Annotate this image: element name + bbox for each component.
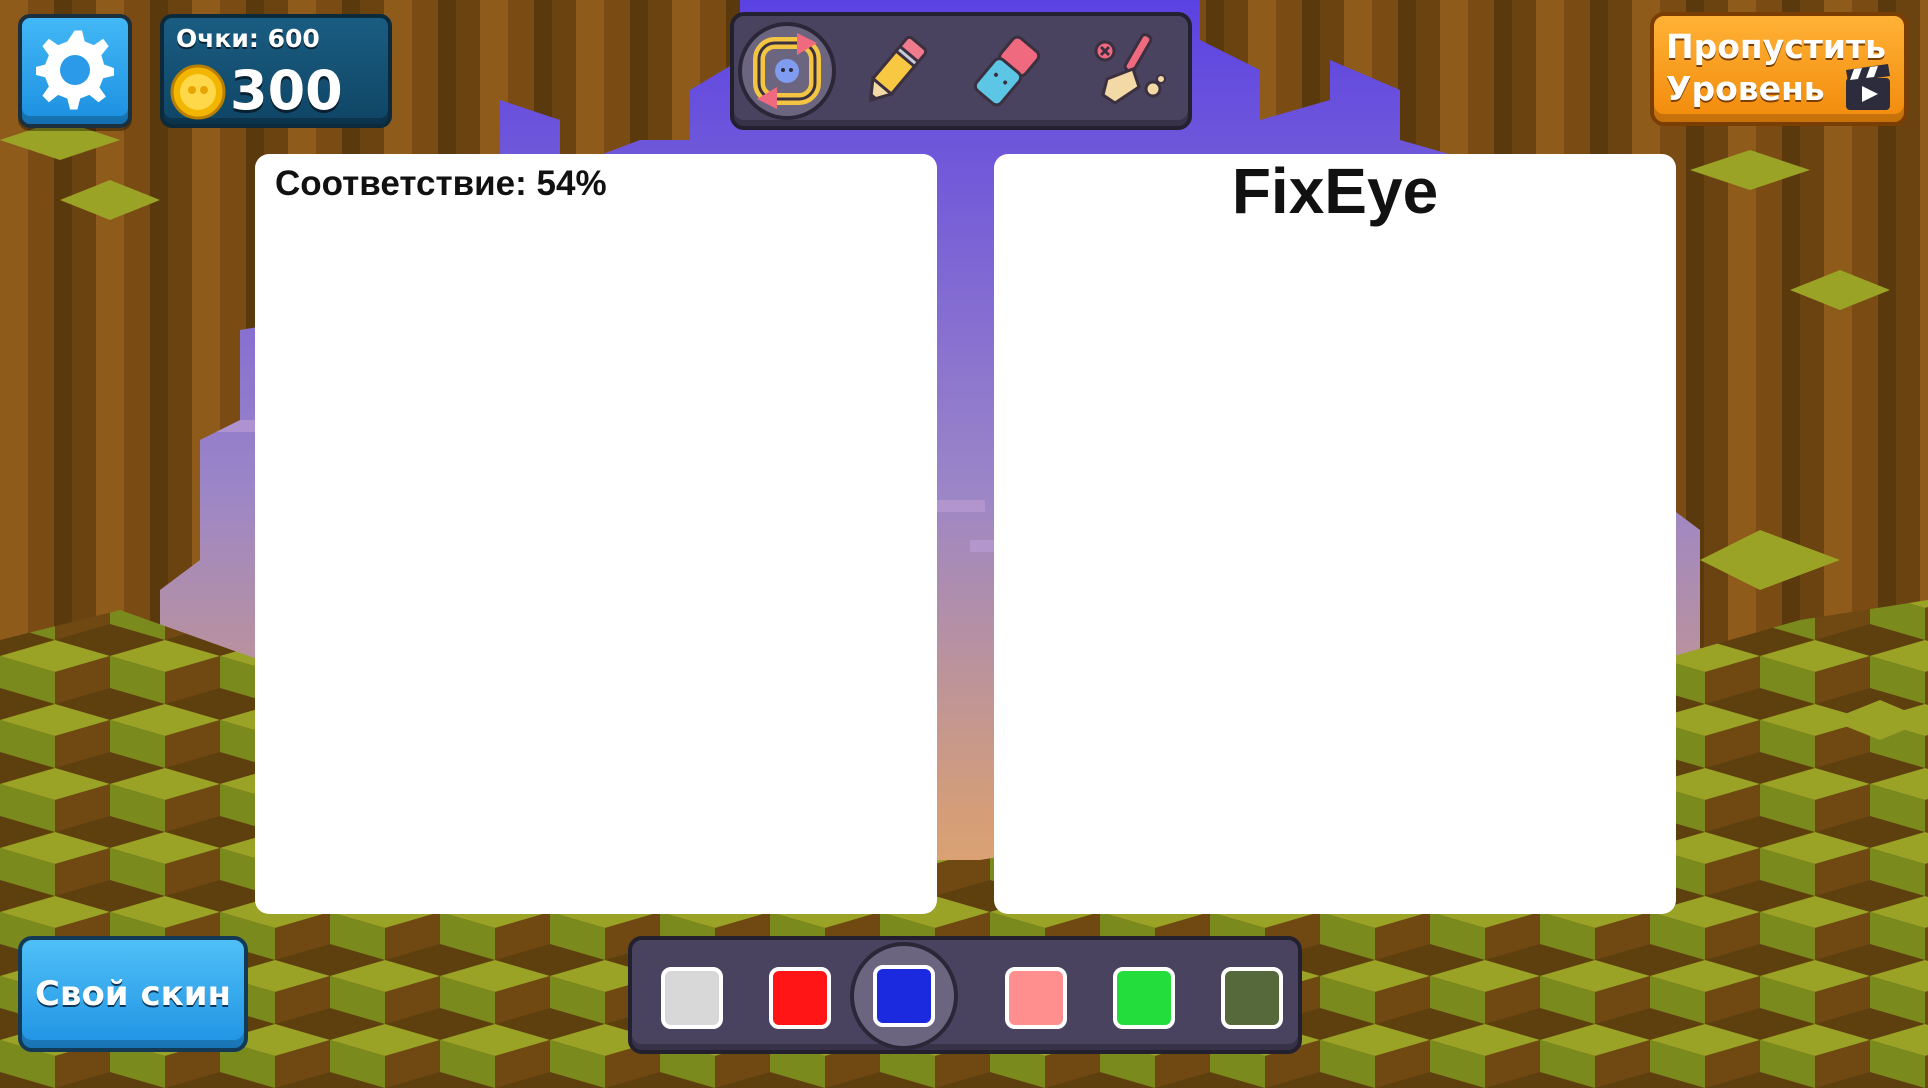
color-swatch-4[interactable]: [982, 944, 1090, 1052]
tool-eraser[interactable]: [958, 22, 1056, 120]
color-swatch-fill: [1221, 967, 1283, 1029]
color-swatch-1[interactable]: [638, 944, 746, 1052]
tool-bar: [730, 12, 1192, 130]
color-swatch-3[interactable]: [850, 942, 958, 1050]
tool-rotate[interactable]: [738, 22, 836, 120]
drawing-board[interactable]: Соответствие: 54%: [255, 154, 937, 914]
target-title: FixEye: [1231, 155, 1439, 227]
tool-clear[interactable]: [1080, 22, 1178, 120]
coin-count: 300: [230, 59, 343, 122]
eraser-icon: [973, 35, 1041, 107]
color-swatch-2[interactable]: [746, 944, 854, 1052]
rotate-icon: [753, 33, 821, 109]
custom-skin-button[interactable]: Свой скин: [18, 936, 248, 1052]
settings-button[interactable]: [18, 14, 132, 128]
color-palette: [628, 936, 1302, 1054]
pencil-icon: [868, 35, 928, 103]
color-swatch-fill: [1113, 967, 1175, 1029]
color-swatch-fill: [661, 967, 723, 1029]
color-swatch-5[interactable]: [1090, 944, 1198, 1052]
custom-skin-label: Свой скин: [34, 974, 232, 1014]
clear-broom-icon: [1094, 33, 1166, 105]
color-swatch-fill: [769, 967, 831, 1029]
color-swatch-fill: [1005, 967, 1067, 1029]
tool-pencil[interactable]: [846, 22, 944, 120]
score-panel: Очки: 600 300: [160, 14, 392, 128]
video-clapper-icon: [1846, 64, 1890, 110]
color-swatch-6[interactable]: [1198, 944, 1306, 1052]
skip-level-button[interactable]: Пропустить Уровень: [1650, 12, 1908, 126]
score-label: Очки: 600: [176, 24, 320, 53]
target-board: FixEye: [994, 154, 1676, 914]
match-percentage: Соответствие: 54%: [275, 164, 607, 203]
color-swatch-fill: [873, 965, 935, 1027]
gear-icon: [36, 30, 114, 110]
coin-icon: [170, 64, 226, 120]
